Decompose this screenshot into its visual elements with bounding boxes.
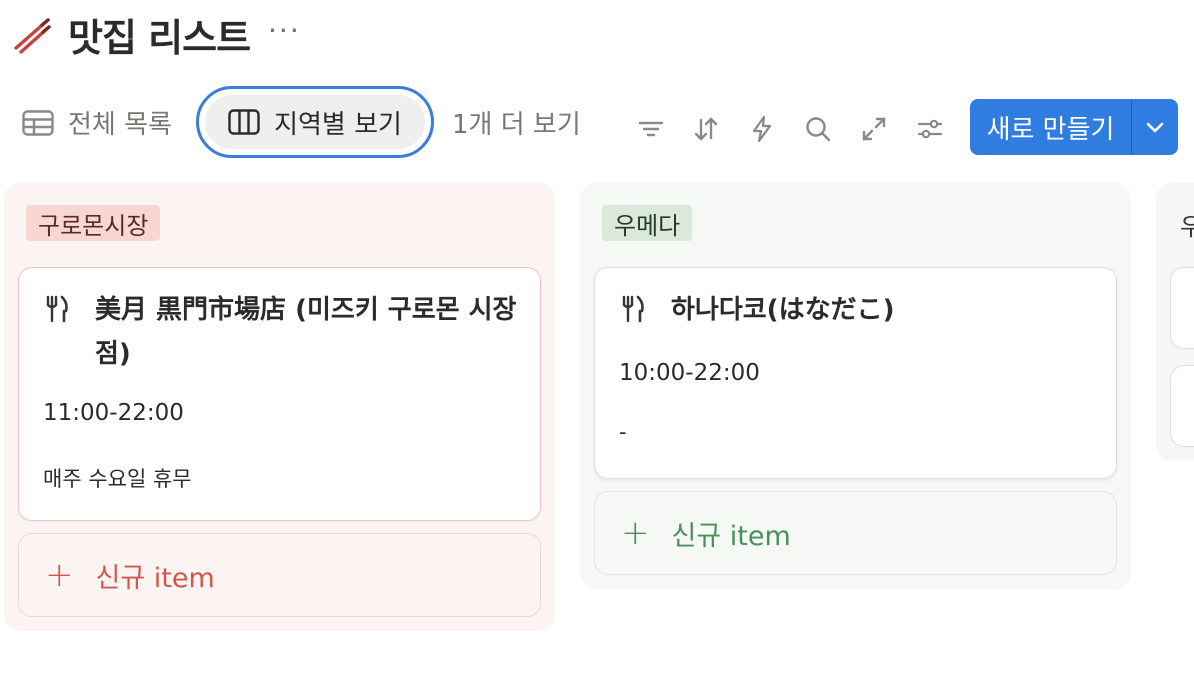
plus-icon: +: [621, 513, 650, 553]
board-card[interactable]: [1170, 267, 1194, 349]
sort-icon[interactable]: [689, 112, 723, 146]
page-title[interactable]: 맛집 리스트: [68, 7, 251, 62]
automation-icon[interactable]: [745, 112, 779, 146]
group-label[interactable]: 우: [1180, 207, 1194, 242]
group-badge[interactable]: 구로몬시장: [26, 205, 161, 241]
board-column: 우메다 하나다코(はなだこ) 10:00-22:00 - + 신규 item: [580, 183, 1131, 589]
page-header: 맛집 리스트 ···: [10, 6, 301, 62]
board-card[interactable]: [1170, 365, 1194, 447]
new-button[interactable]: 새로 만들기: [970, 99, 1131, 155]
chopsticks-icon[interactable]: [10, 12, 54, 56]
table-icon: [22, 109, 54, 136]
card-hours: 11:00-22:00: [43, 400, 184, 426]
fork-knife-icon: [45, 295, 69, 327]
expand-icon[interactable]: [857, 112, 891, 146]
chevron-down-icon: [1146, 122, 1164, 133]
tab-all-label: 전체 목록: [68, 110, 172, 140]
add-item-button[interactable]: + 신규 item: [18, 533, 541, 617]
board-card[interactable]: 하나다코(はなだこ) 10:00-22:00 -: [594, 267, 1117, 479]
card-title: 하나다코(はなだこ): [671, 295, 895, 325]
settings-icon[interactable]: [913, 112, 947, 146]
more-options-icon[interactable]: ···: [268, 14, 301, 47]
board-column: 우: [1156, 183, 1194, 461]
add-item-button[interactable]: + 신규 item: [594, 491, 1117, 575]
more-views-link[interactable]: 1개 더 보기: [452, 104, 581, 141]
board-column: 구로몬시장 美月 黒門市場店 (미즈키 구로몬 시장점) 11:00-22:00…: [4, 183, 555, 631]
new-dropdown-button[interactable]: [1132, 99, 1178, 155]
new-button-group: 새로 만들기: [970, 99, 1178, 155]
card-note: -: [619, 420, 627, 444]
board-card[interactable]: 美月 黒門市場店 (미즈키 구로몬 시장점) 11:00-22:00 매주 수요…: [18, 267, 541, 521]
fork-knife-icon: [621, 295, 645, 327]
search-icon[interactable]: [801, 112, 835, 146]
group-badge[interactable]: 우메다: [602, 205, 693, 241]
add-item-label: 신규 item: [671, 520, 791, 552]
card-title: 美月 黒門市場店 (미즈키 구로몬 시장점): [95, 295, 517, 369]
tab-region-view[interactable]: 지역별 보기: [196, 86, 434, 158]
plus-icon: +: [45, 555, 74, 595]
view-toolbar: 전체 목록 지역별 보기 1개 더 보기 새로 만들기: [0, 86, 1194, 160]
tab-region-label: 지역별 보기: [274, 109, 402, 140]
card-note: 매주 수요일 휴무: [43, 467, 192, 491]
tab-all-list[interactable]: 전체 목록: [22, 104, 172, 141]
board-icon: [228, 109, 260, 135]
filter-icon[interactable]: [634, 112, 668, 146]
add-item-label: 신규 item: [95, 562, 215, 594]
card-hours: 10:00-22:00: [619, 360, 760, 386]
